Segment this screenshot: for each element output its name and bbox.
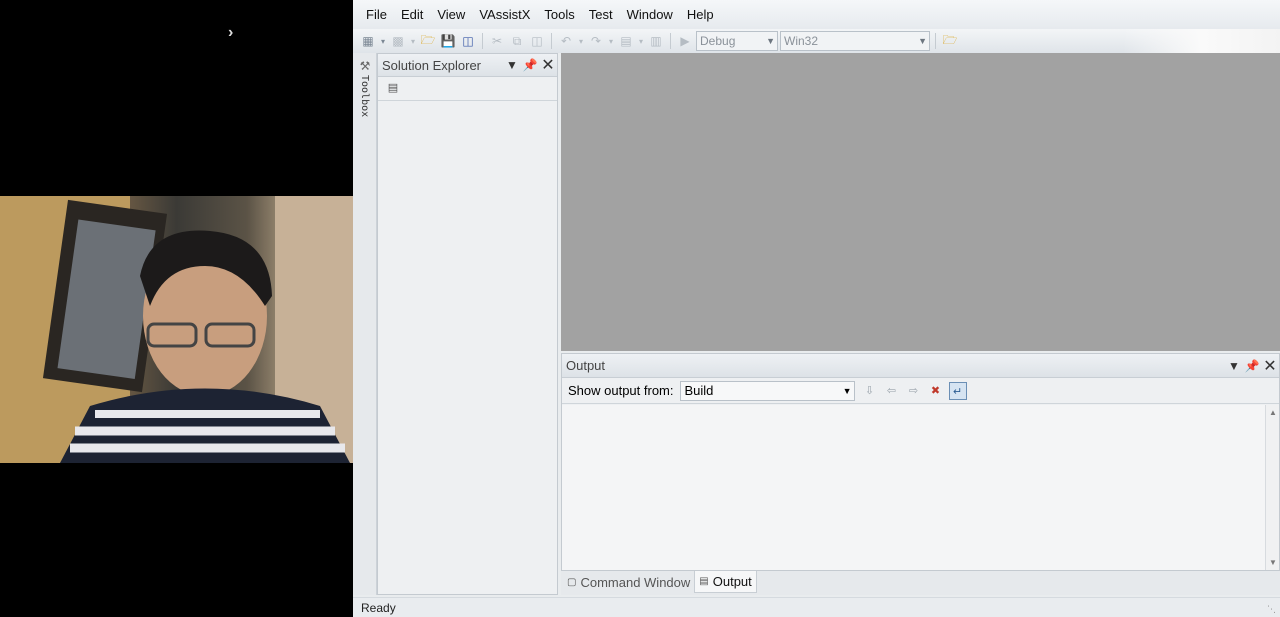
toolbox-icon: ⚒ [359,59,371,73]
document-area [561,53,1280,351]
redo-icon[interactable]: ↷ [587,32,605,50]
output-actions: ⇩ ⇦ ⇨ ✖ ↵ [861,381,967,400]
solution-explorer-title: Solution Explorer [382,57,481,73]
menu-tools[interactable]: Tools [537,0,581,29]
tab-output[interactable]: ▤ Output [694,571,757,593]
show-output-from-select[interactable]: Build ▼ [679,380,855,401]
chevron-down-icon: ▼ [766,36,775,46]
solution-explorer-toolbar: ▤ [378,77,557,101]
output-scrollbar[interactable]: ▲ ▼ [1265,405,1279,570]
toolbox-label: Toolbox [359,75,370,118]
chevron-down-icon[interactable]: ▾ [607,32,615,50]
bottom-tab-strip: ▢ Command Window ▤ Output [561,571,1280,595]
output-toolbar: Show output from: Build ▼ ⇩ ⇦ ⇨ ✖ ↵ [562,378,1279,404]
properties-icon[interactable]: ▤ [384,81,402,97]
chevron-down-icon[interactable]: ▼ [503,58,521,72]
menu-edit[interactable]: Edit [394,0,430,29]
undo-icon[interactable]: ↶ [557,32,575,50]
status-bar: Ready ⋱ [353,597,1280,617]
find-message-icon[interactable]: ⇩ [861,382,879,400]
show-output-from-label: Show output from: [568,383,674,398]
output-title: Output [566,358,606,373]
save-icon[interactable]: 💾 [439,32,457,50]
command-window-icon: ▢ [567,576,577,588]
add-item-icon[interactable]: ▩ [389,32,407,50]
tab-command-window-label: Command Window [580,574,691,590]
previous-message-icon[interactable]: ⇦ [883,382,901,400]
open-file-icon[interactable]: 🗁 [419,32,437,50]
output-window-icon: ▤ [699,576,709,587]
scroll-down-icon[interactable]: ▼ [1269,558,1277,567]
chevron-down-icon: ▼ [918,36,927,46]
toolbox-strip: ⚒ Toolbox [353,53,377,595]
solution-config-value: Debug [700,34,736,48]
chevron-down-icon: ▼ [842,385,852,396]
webcam-pane: › [0,0,353,617]
solution-explorer-panel: Solution Explorer ▼ 📌 ✕ ▤ [377,53,558,595]
chevron-down-icon[interactable]: ▾ [409,32,417,50]
new-project-icon[interactable]: ▦ [359,32,377,50]
close-icon[interactable]: ✕ [539,55,557,75]
menu-window[interactable]: Window [620,0,680,29]
ide-window: File Edit View VAssistX Tools Test Windo… [353,0,1280,617]
copy-icon[interactable]: ⧉ [508,32,526,50]
navigate-forward-icon[interactable]: ▥ [647,32,665,50]
chevron-down-icon[interactable]: ▾ [379,32,387,50]
word-wrap-icon[interactable]: ↵ [948,381,967,400]
toolbar-separator [482,33,483,49]
solution-config-combo[interactable]: Debug ▼ [696,31,778,51]
webcam-person-image [0,196,353,463]
solution-explorer-header: Solution Explorer ▼ 📌 ✕ [378,54,557,77]
pin-icon[interactable]: 📌 [521,58,539,72]
tab-command-window[interactable]: ▢ Command Window [563,571,694,593]
show-output-from-value: Build [684,382,714,398]
pin-icon[interactable]: 📌 [1243,359,1261,373]
status-text: Ready [361,600,396,615]
standard-toolbar: ▦ ▾ ▩ ▾ 🗁 💾 ◫ ✂ ⧉ ◫ ↶ ▾ ↷ ▾ ▤ ▾ ▥ ▶ Debu… [353,29,1280,53]
output-header: Output ▼ 📌 ✕ [562,354,1279,378]
chevron-down-icon[interactable]: ▾ [637,32,645,50]
solution-platform-combo[interactable]: Win32 ▼ [780,31,930,51]
chevron-down-icon[interactable]: ▾ [577,32,585,50]
navigate-backward-icon[interactable]: ▤ [617,32,635,50]
start-debugging-icon[interactable]: ▶ [676,32,694,50]
menu-help[interactable]: Help [680,0,721,29]
find-in-files-icon[interactable]: 🗁 [941,32,959,50]
menu-bar: File Edit View VAssistX Tools Test Windo… [353,0,1280,29]
resize-grip-icon[interactable]: ⋱ [1267,604,1276,615]
output-text-area[interactable]: ▲ ▼ [562,405,1279,570]
toolbox-tab[interactable]: ⚒ Toolbox [356,59,374,121]
next-message-icon[interactable]: ⇨ [905,382,923,400]
chevron-right-icon[interactable]: › [228,24,233,42]
menu-vassistx[interactable]: VAssistX [472,0,537,29]
cut-icon[interactable]: ✂ [488,32,506,50]
toolbar-separator [935,33,936,49]
menu-file[interactable]: File [359,0,394,29]
toolbar-fade [1123,29,1280,53]
tab-output-label: Output [712,574,752,589]
paste-icon[interactable]: ◫ [528,32,546,50]
close-icon[interactable]: ✕ [1261,356,1279,376]
toolbar-separator [670,33,671,49]
solution-platform-value: Win32 [784,34,819,48]
menu-test[interactable]: Test [582,0,620,29]
menu-view[interactable]: View [430,0,472,29]
save-all-icon[interactable]: ◫ [459,32,477,50]
webcam-video [0,196,353,463]
chevron-down-icon[interactable]: ▼ [1225,359,1243,373]
clear-all-icon[interactable]: ✖ [927,382,945,400]
scroll-up-icon[interactable]: ▲ [1269,408,1277,417]
output-panel: Output ▼ 📌 ✕ Show output from: Build ▼ ⇩… [561,353,1280,571]
toolbar-separator [551,33,552,49]
